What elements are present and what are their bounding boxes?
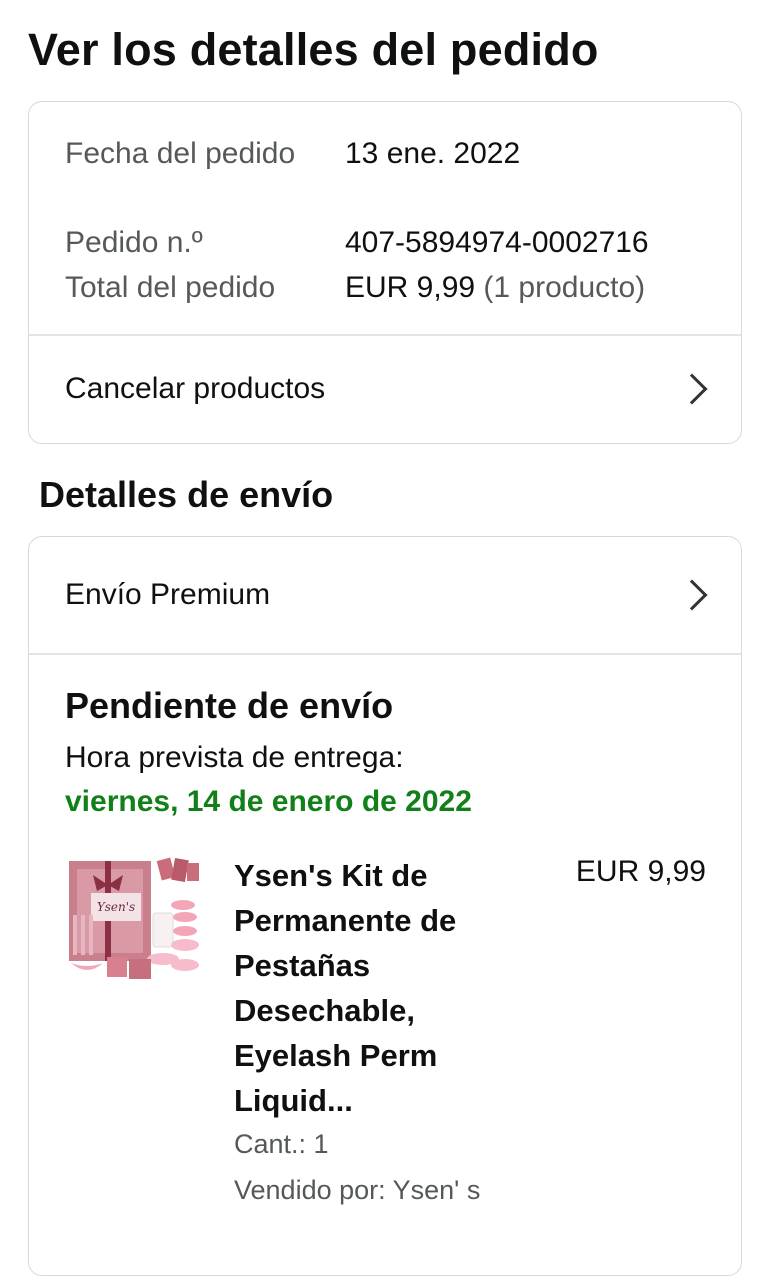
shipping-method-link[interactable]: Envío Premium [29,537,741,653]
order-total-row: Total del pedido EUR 9,99 (1 producto) [65,265,711,310]
shipping-method-label: Envío Premium [65,578,271,611]
order-date-label: Fecha del pedido [65,137,296,170]
order-number-row: Pedido n.º 407-5894974-0002716 [65,220,711,265]
order-total-count: (1 producto) [483,271,646,304]
chevron-right-icon [676,579,708,611]
product-price: EUR 9,99 [575,855,706,888]
product-image[interactable]: Ysen's [67,855,203,989]
eta-date: viernes, 14 de enero de 2022 [65,785,472,818]
svg-text:Ysen's: Ysen's [97,900,135,914]
order-date-row: Fecha del pedido 13 ene. 2022 [65,131,711,176]
shipping-details-card: Envío Premium Pendiente de envío Hora pr… [28,536,742,1276]
page-title: Ver los detalles del pedido [28,24,599,75]
order-number-block: Pedido n.º 407-5894974-0002716 Total del… [65,220,711,310]
order-number-label: Pedido n.º [65,226,203,259]
order-total-amount: EUR 9,99 [345,271,476,304]
order-info: Fecha del pedido 13 ene. 2022 [65,131,711,176]
order-total-label: Total del pedido [65,271,276,304]
cancel-products-label: Cancelar productos [65,372,326,405]
order-date-value: 13 ene. 2022 [345,137,521,170]
order-summary-card: Fecha del pedido 13 ene. 2022 Pedido n.º… [28,101,742,444]
order-total-value: EUR 9,99 (1 producto) [345,265,645,310]
product-title-link[interactable]: Ysen's Kit de Permanente de Pestañas Des… [234,853,534,1123]
order-number-value: 407-5894974-0002716 [345,226,649,259]
product-photo-icon: Ysen's [67,855,203,989]
product-quantity: Cant.: 1 [234,1129,329,1159]
product-seller: Vendido por: Ysen' s [234,1175,481,1205]
divider [29,653,741,655]
shipping-status: Pendiente de envío [65,685,394,726]
cancel-products-link[interactable]: Cancelar productos [29,335,741,443]
chevron-right-icon [676,373,708,405]
order-details-page: Ver los detalles del pedido Fecha del pe… [0,0,770,1280]
eta-label: Hora prevista de entrega: [65,741,404,774]
shipping-details-heading: Detalles de envío [39,474,334,515]
